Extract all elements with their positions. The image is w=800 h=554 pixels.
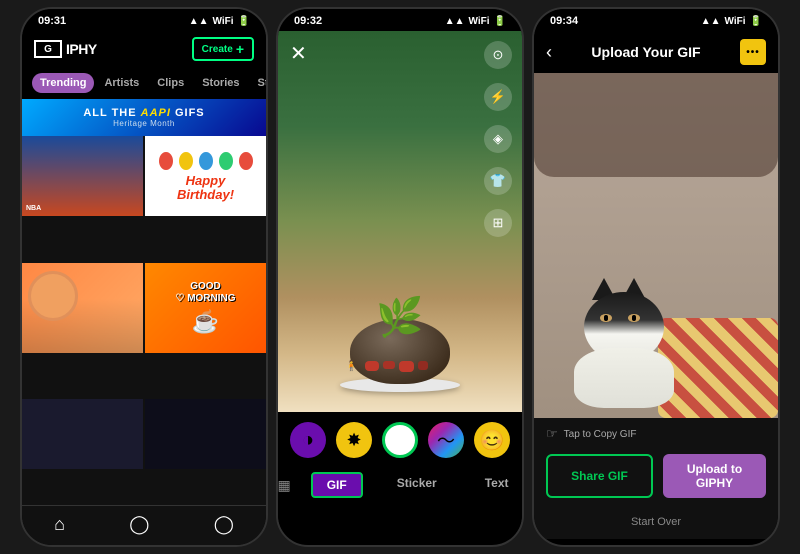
tap-icon: ☞ [546, 426, 558, 442]
camera-flip-icon[interactable]: ⊙ [484, 41, 512, 69]
phone2-content: 🌿 🧍 ✕ ⊙ ⚡ ◈ 👕 ⊞ ◑ ✸ 〜 😊 [278, 31, 522, 539]
cat-body [574, 348, 674, 408]
shirt-icon[interactable]: 👕 [484, 167, 512, 195]
phone-giphy-home: 09:31 ▲▲ WiFi 🔋 G IPHY Create + [20, 7, 268, 547]
tab-clips[interactable]: Clips [149, 73, 192, 93]
expand-icon[interactable]: ⊞ [484, 209, 512, 237]
logo-text: IPHY [66, 41, 97, 57]
menu-dots-button[interactable]: ••• [740, 39, 766, 65]
tab-sticker[interactable]: Sticker [383, 472, 451, 498]
good-morning-text: GOOD♡ MORNING [175, 281, 235, 305]
giphy-header: G IPHY Create + [22, 31, 266, 67]
tap-to-copy-text: Tap to Copy GIF [564, 429, 637, 440]
profile-icon[interactable]: ◯ [214, 514, 234, 535]
create-plus-icon: + [236, 41, 244, 57]
upload-giphy-button[interactable]: Upload to GIPHY [663, 454, 766, 498]
create-button[interactable]: Create + [192, 37, 254, 61]
phone1-content: G IPHY Create + Trending Artists Clips S… [22, 31, 266, 539]
time-3: 09:34 [550, 15, 578, 27]
sticker-white[interactable] [382, 422, 418, 458]
nav-tabs: Trending Artists Clips Stories Sticker [22, 67, 266, 99]
tab-trending[interactable]: Trending [32, 73, 94, 93]
tiny-person: 🧍 [345, 361, 357, 372]
grid-item-good-morning[interactable]: GOOD♡ MORNING ☕ [145, 263, 266, 353]
time-2: 09:32 [294, 15, 322, 27]
back-button[interactable]: ‹ [546, 42, 552, 63]
terrarium: 🌿 🧍 [335, 272, 465, 392]
screens-container: 09:31 ▲▲ WiFi 🔋 G IPHY Create + [2, 2, 798, 552]
home-icon[interactable]: ⌂ [54, 514, 65, 535]
cat-photo [534, 73, 778, 418]
grid-item-cat-orange[interactable] [22, 263, 143, 353]
grid-item-dark2[interactable] [145, 399, 266, 469]
sticker-rainbow[interactable]: 〜 [428, 422, 464, 458]
close-button[interactable]: ✕ [290, 41, 307, 66]
banner-subtitle: Heritage Month [30, 119, 258, 128]
tab-stickers[interactable]: Sticker [250, 73, 267, 93]
aapi-banner: ALL THE AAPI GIFS Heritage Month [22, 99, 266, 136]
sticker-emoji[interactable]: 😊 [474, 422, 510, 458]
red-rocks [365, 361, 428, 372]
birthday-text: HappyBirthday! [177, 174, 234, 203]
mug-emoji: ☕ [192, 309, 219, 335]
sticker-purple[interactable]: ◑ [290, 422, 326, 458]
status-bar-2: 09:32 ▲▲ WiFi 🔋 [278, 9, 522, 31]
status-bar-3: 09:34 ▲▲ WiFi 🔋 [534, 9, 778, 31]
status-icons-1: ▲▲ WiFi 🔋 [189, 16, 250, 27]
time-1: 09:31 [38, 15, 66, 27]
cat-right-eye [628, 314, 640, 322]
sports-label: NBA [26, 205, 41, 212]
chair-top [534, 73, 778, 177]
flash-icon[interactable]: ⚡ [484, 83, 512, 111]
giphy-logo: G IPHY [34, 40, 97, 58]
camera-tools: ⊙ ⚡ ◈ 👕 ⊞ [484, 41, 512, 237]
phone-camera: 09:32 ▲▲ WiFi 🔋 [276, 7, 524, 547]
camera-view: 🌿 🧍 ✕ ⊙ ⚡ ◈ 👕 ⊞ [278, 31, 522, 412]
tab-artists[interactable]: Artists [96, 73, 147, 93]
tap-to-copy-row: ☞ Tap to Copy GIF [534, 418, 778, 446]
mode-tabs: ▦ GIF Sticker Text [278, 464, 522, 506]
cat-left-eye [600, 314, 612, 322]
upload-header: ‹ Upload Your GIF ••• [534, 31, 778, 73]
grid-item-birthday[interactable]: HappyBirthday! [145, 136, 266, 216]
media-icon-tab: ▦ [277, 472, 290, 498]
bottom-nav: ⌂ ◯ ◯ [22, 505, 266, 539]
plant-spike: 🌿 [376, 299, 423, 337]
start-over-text[interactable]: Start Over [631, 516, 681, 528]
action-buttons: Share GIF Upload to GIPHY [534, 446, 778, 506]
tab-text[interactable]: Text [471, 472, 523, 498]
sticker-burst[interactable]: ✸ [336, 422, 372, 458]
logo-box: G [34, 40, 62, 58]
start-over-row: Start Over [534, 506, 778, 536]
stickers-row: ◑ ✸ 〜 😊 [278, 412, 522, 464]
filter-icon[interactable]: ◈ [484, 125, 512, 153]
status-bar-1: 09:31 ▲▲ WiFi 🔋 [22, 9, 266, 31]
create-label: Create [202, 44, 233, 55]
cat-face [28, 271, 78, 321]
grid-item-dark1[interactable] [22, 399, 143, 469]
tab-stories[interactable]: Stories [194, 73, 247, 93]
tab-gif[interactable]: GIF [311, 472, 363, 498]
cat-figure [564, 278, 694, 408]
banner-aapi: AAPI [141, 107, 171, 119]
share-gif-button[interactable]: Share GIF [546, 454, 653, 498]
gif-grid: NBA HappyBirthday! [22, 136, 266, 514]
search-icon[interactable]: ◯ [129, 514, 149, 535]
grid-item-sports[interactable]: NBA [22, 136, 143, 216]
phone3-content: ‹ Upload Your GIF ••• [534, 31, 778, 539]
phone-upload: 09:34 ▲▲ WiFi 🔋 ‹ Upload Your GIF ••• [532, 7, 780, 547]
upload-title: Upload Your GIF [591, 44, 700, 60]
banner-text: ALL THE AAPI GIFS [30, 107, 258, 119]
